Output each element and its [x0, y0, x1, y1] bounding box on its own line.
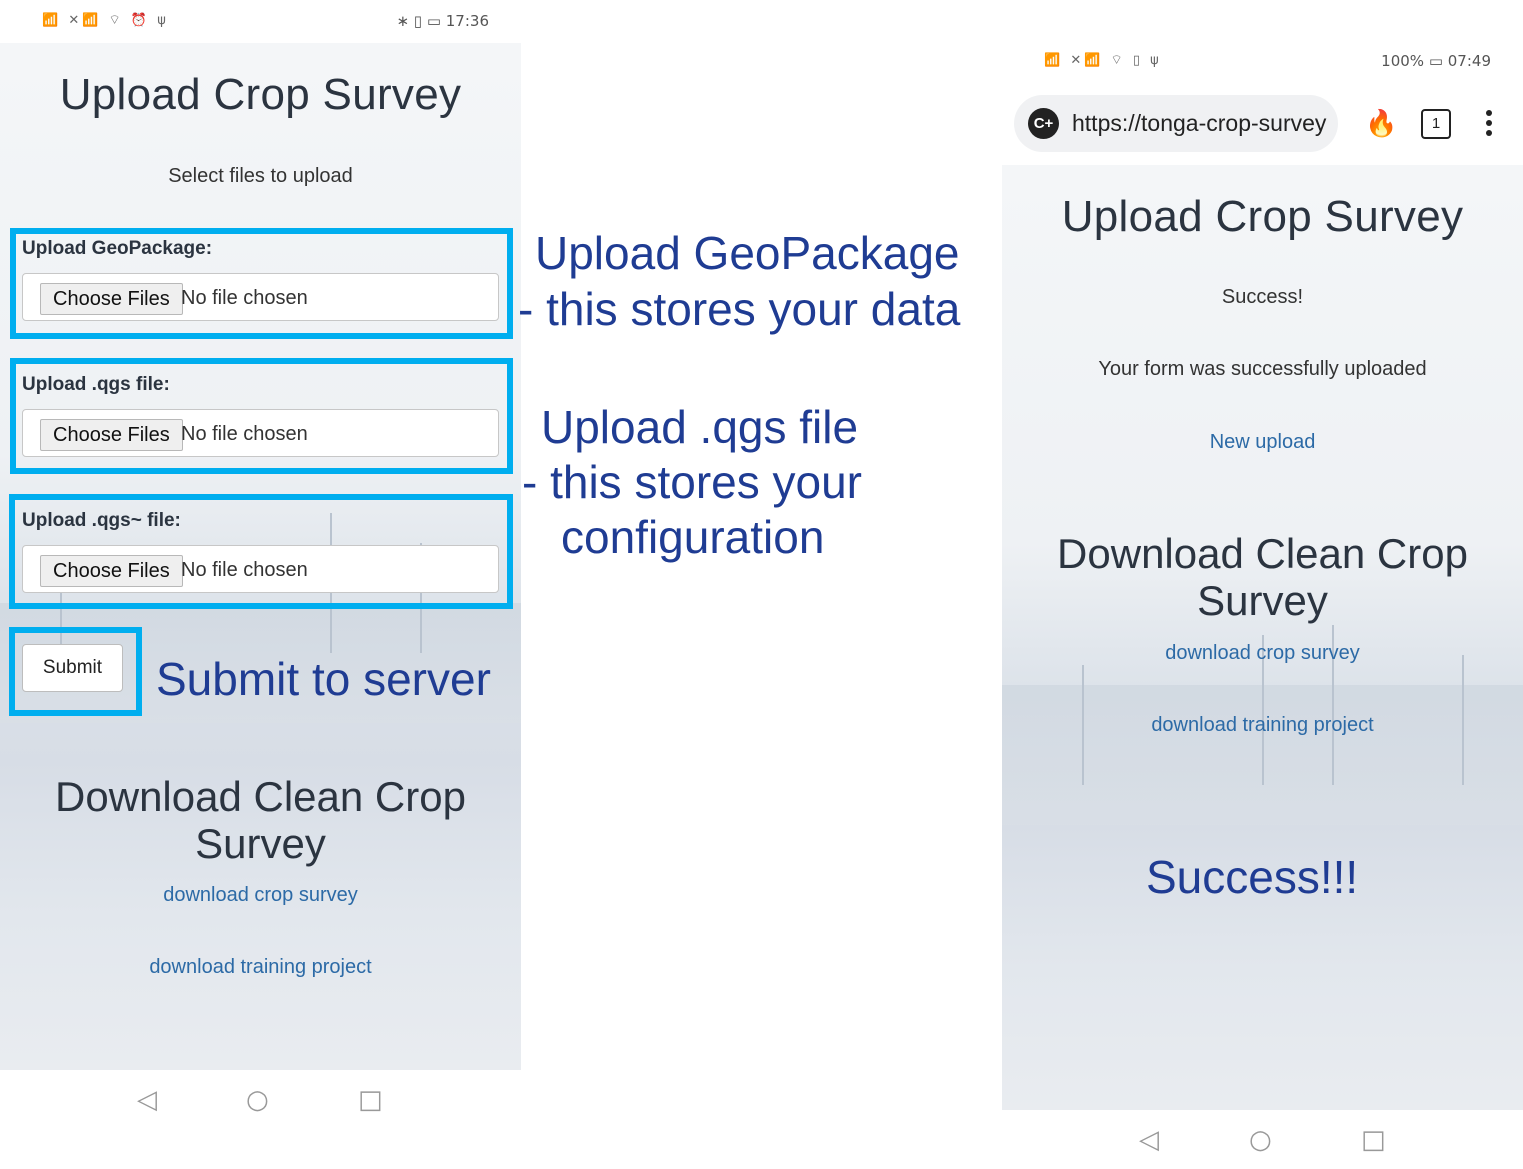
highlight-box-qgs-backup — [9, 494, 513, 609]
back-triangle-icon[interactable]: ◁ — [137, 1087, 157, 1113]
address-bar[interactable]: C+ https://tonga-crop-survey — [1014, 95, 1338, 152]
download-heading-line2: Survey — [195, 820, 326, 867]
download-heading-line1: Download Clean Crop — [55, 773, 466, 820]
annotation-success: Success!!! — [1146, 851, 1359, 903]
download-crop-survey-link[interactable]: download crop survey — [0, 884, 521, 907]
page-title: Upload Crop Survey — [59, 70, 462, 119]
download-training-project-link[interactable]: download training project — [0, 956, 521, 979]
annotation-qgs-line2: - this stores your — [522, 456, 862, 508]
highlight-box-geopackage — [10, 228, 513, 339]
status-bar: 📶 ✕📶 ⌔ ▯ ψ 100% ▭ 07:49 — [1002, 40, 1523, 83]
annotation-geopackage-line1: Upload GeoPackage — [535, 227, 960, 279]
highlight-box-qgs — [10, 358, 513, 474]
download-heading-line2: Survey — [1197, 577, 1328, 624]
tab-switcher-button[interactable]: 1 — [1421, 109, 1451, 139]
back-triangle-icon[interactable]: ◁ — [1139, 1127, 1159, 1153]
home-circle-icon[interactable]: ○ — [1249, 1127, 1272, 1153]
android-nav-bar: ◁ ○ □ — [0, 1070, 521, 1169]
flame-icon[interactable]: 🔥 — [1365, 106, 1397, 142]
status-right: 100% ▭ 07:49 — [1381, 52, 1491, 70]
page-subtitle: Select files to upload — [168, 165, 353, 187]
success-message: Your form was successfully uploaded — [1098, 358, 1427, 380]
home-circle-icon[interactable]: ○ — [246, 1087, 269, 1113]
page-title: Upload Crop Survey — [1061, 192, 1464, 241]
status-icons: 📶 ✕📶 ⌔ ▯ ψ — [1044, 53, 1162, 68]
annotation-qgs-line3: configuration — [561, 511, 825, 563]
site-info-icon[interactable]: C+ — [1028, 108, 1059, 139]
status-icons: 📶 ✕📶 ⌔ ⏰ ψ — [42, 13, 169, 28]
success-heading: Success! — [1221, 286, 1304, 308]
left-phone-screen: 📶 ✕📶 ⌔ ⏰ ψ ∗ ▯ ▭ 17:36 Upload Crop Surve… — [0, 0, 521, 1169]
annotation-geopackage-line2: - this stores your data — [518, 283, 961, 335]
download-heading-line1: Download Clean Crop — [1057, 530, 1468, 577]
android-nav-bar: ◁ ○ □ — [1002, 1110, 1523, 1169]
url-text[interactable]: https://tonga-crop-survey — [1072, 109, 1330, 137]
recents-square-icon[interactable]: □ — [358, 1087, 383, 1113]
right-phone-screen: 📶 ✕📶 ⌔ ▯ ψ 100% ▭ 07:49 C+ https://tonga… — [1002, 0, 1523, 1169]
recents-square-icon[interactable]: □ — [1361, 1127, 1386, 1153]
annotation-qgs-line1: Upload .qgs file — [541, 401, 859, 453]
highlight-box-submit — [9, 627, 142, 716]
download-crop-survey-link[interactable]: download crop survey — [1002, 642, 1523, 665]
status-bar: 📶 ✕📶 ⌔ ⏰ ψ ∗ ▯ ▭ 17:36 — [0, 0, 521, 43]
annotation-submit: Submit to server — [156, 653, 491, 705]
new-upload-link[interactable]: New upload — [1002, 431, 1523, 454]
menu-dots-icon[interactable] — [1486, 110, 1494, 140]
download-training-project-link[interactable]: download training project — [1002, 714, 1523, 737]
status-right: ∗ ▯ ▭ 17:36 — [396, 12, 489, 30]
